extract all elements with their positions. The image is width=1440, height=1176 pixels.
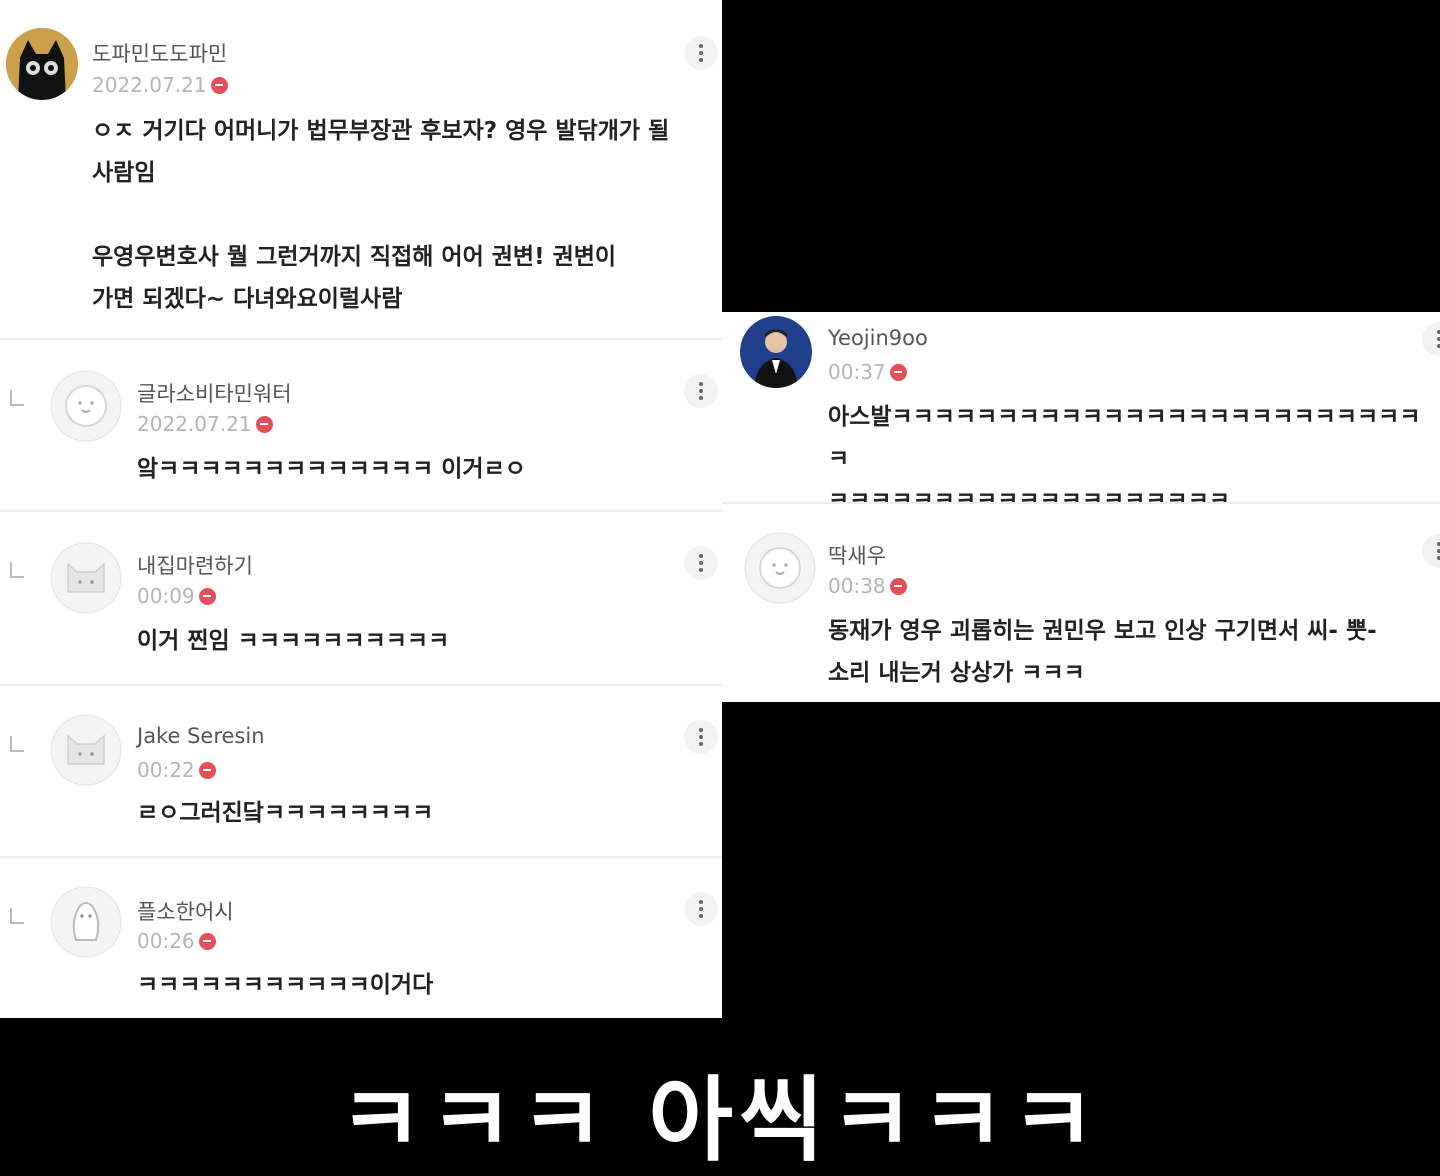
more-options-button[interactable] — [684, 892, 718, 926]
bear-icon — [744, 532, 816, 604]
username[interactable]: 딱새우 — [828, 540, 886, 570]
username[interactable]: 플소한어시 — [137, 896, 234, 926]
person-photo-icon — [740, 316, 812, 388]
username[interactable]: 글라소비타민워터 — [137, 378, 292, 408]
comment-date: 00:38 — [828, 574, 886, 598]
username[interactable]: Yeojin9oo — [828, 326, 928, 350]
date-row: 00:37 — [828, 360, 907, 384]
reply-item: 글라소비타민워터 2022.07.21 앜ㅋㅋㅋㅋㅋㅋㅋㅋㅋㅋㅋㅋㅋ 이거ㄹㅇ — [0, 338, 722, 510]
date-row: 2022.07.21 — [92, 73, 228, 97]
comment-text: 동재가 영우 괴롭히는 권민우 보고 인상 구기면서 씨- 뿟- 소리 내는거 … — [828, 618, 1377, 686]
default-bear-avatar[interactable] — [50, 370, 122, 442]
photo-avatar[interactable] — [740, 316, 812, 388]
comment-text: ㄹㅇ그러진닼ㅋㅋㅋㅋㅋㅋㅋㅋ — [137, 800, 434, 826]
comment-text: 이거 찐임 ㅋㅋㅋㅋㅋㅋㅋㅋㅋㅋ — [137, 628, 450, 654]
date-row: 00:22 — [137, 758, 216, 782]
comment-date: 00:26 — [137, 929, 195, 953]
video-caption: ㅋㅋㅋ 아씩ㅋㅋㅋ — [338, 1067, 1102, 1174]
reply-arrow-icon — [10, 562, 24, 578]
more-options-button[interactable] — [684, 374, 718, 408]
default-bear-avatar[interactable] — [744, 532, 816, 604]
left-comment-panel: 도파민도도파민 2022.07.21 ㅇㅈ 거기다 어머니가 법무부장관 후보자… — [0, 0, 722, 1018]
cat-icon — [50, 542, 122, 614]
reply-arrow-icon — [10, 736, 24, 752]
comment-text: ㅇㅈ 거기다 어머니가 법무부장관 후보자? 영우 발닦개가 될 사람임 우영우… — [92, 118, 670, 312]
default-penguin-avatar[interactable] — [50, 886, 122, 958]
comment-date: 2022.07.21 — [92, 73, 207, 97]
comment-text: 앜ㅋㅋㅋㅋㅋㅋㅋㅋㅋㅋㅋㅋㅋ 이거ㄹㅇ — [137, 456, 526, 482]
more-options-button[interactable] — [684, 720, 718, 754]
report-badge-icon[interactable] — [198, 587, 216, 605]
default-cat-avatar[interactable] — [50, 542, 122, 614]
report-badge-icon[interactable] — [255, 415, 273, 433]
report-badge-icon[interactable] — [889, 363, 907, 381]
reply-arrow-icon — [10, 390, 24, 406]
comment-text: ㅋㅋㅋㅋㅋㅋㅋㅋㅋㅋㅋ이거다 — [137, 972, 434, 998]
comment-date: 00:37 — [828, 360, 886, 384]
black-cat-icon — [6, 28, 78, 100]
comment-date: 2022.07.21 — [137, 412, 252, 436]
default-cat-avatar[interactable] — [50, 714, 122, 786]
report-badge-icon[interactable] — [889, 577, 907, 595]
penguin-icon — [50, 886, 122, 958]
reply-arrow-icon — [10, 908, 24, 924]
report-badge-icon[interactable] — [198, 932, 216, 950]
date-row: 2022.07.21 — [137, 412, 273, 436]
more-options-button[interactable] — [1422, 322, 1440, 356]
date-row: 00:09 — [137, 584, 216, 608]
reply-item: Jake Seresin 00:22 ㄹㅇ그러진닼ㅋㅋㅋㅋㅋㅋㅋㅋ — [0, 684, 722, 856]
right-comment-panel: Yeojin9oo 00:37 아스발ㅋㅋㅋㅋㅋㅋㅋㅋㅋㅋㅋㅋㅋㅋㅋㅋㅋㅋㅋㅋㅋ… — [722, 312, 1440, 702]
report-badge-icon[interactable] — [198, 761, 216, 779]
report-badge-icon[interactable] — [210, 76, 228, 94]
username[interactable]: 도파민도도파민 — [92, 38, 227, 68]
date-row: 00:38 — [828, 574, 907, 598]
reply-item: 플소한어시 00:26 ㅋㅋㅋㅋㅋㅋㅋㅋㅋㅋㅋ이거다 — [0, 856, 722, 1018]
comment-date: 00:22 — [137, 758, 195, 782]
reply-item: 내집마련하기 00:09 이거 찐임 ㅋㅋㅋㅋㅋㅋㅋㅋㅋㅋ — [0, 510, 722, 684]
username[interactable]: Jake Seresin — [137, 724, 265, 748]
comment-item: Yeojin9oo 00:37 아스발ㅋㅋㅋㅋㅋㅋㅋㅋㅋㅋㅋㅋㅋㅋㅋㅋㅋㅋㅋㅋㅋ… — [722, 312, 1440, 514]
bear-icon — [50, 370, 122, 442]
username[interactable]: 내집마련하기 — [137, 550, 253, 580]
more-options-button[interactable] — [1422, 534, 1440, 568]
comment-item: 딱새우 00:38 동재가 영우 괴롭히는 권민우 보고 인상 구기면서 씨- … — [722, 502, 1440, 702]
more-options-button[interactable] — [684, 546, 718, 580]
black-cat-avatar[interactable] — [6, 28, 78, 100]
more-options-button[interactable] — [684, 36, 718, 70]
cat-icon — [50, 714, 122, 786]
date-row: 00:26 — [137, 929, 216, 953]
comment-date: 00:09 — [137, 584, 195, 608]
comment-item: 도파민도도파민 2022.07.21 ㅇㅈ 거기다 어머니가 법무부장관 후보자… — [0, 0, 722, 338]
